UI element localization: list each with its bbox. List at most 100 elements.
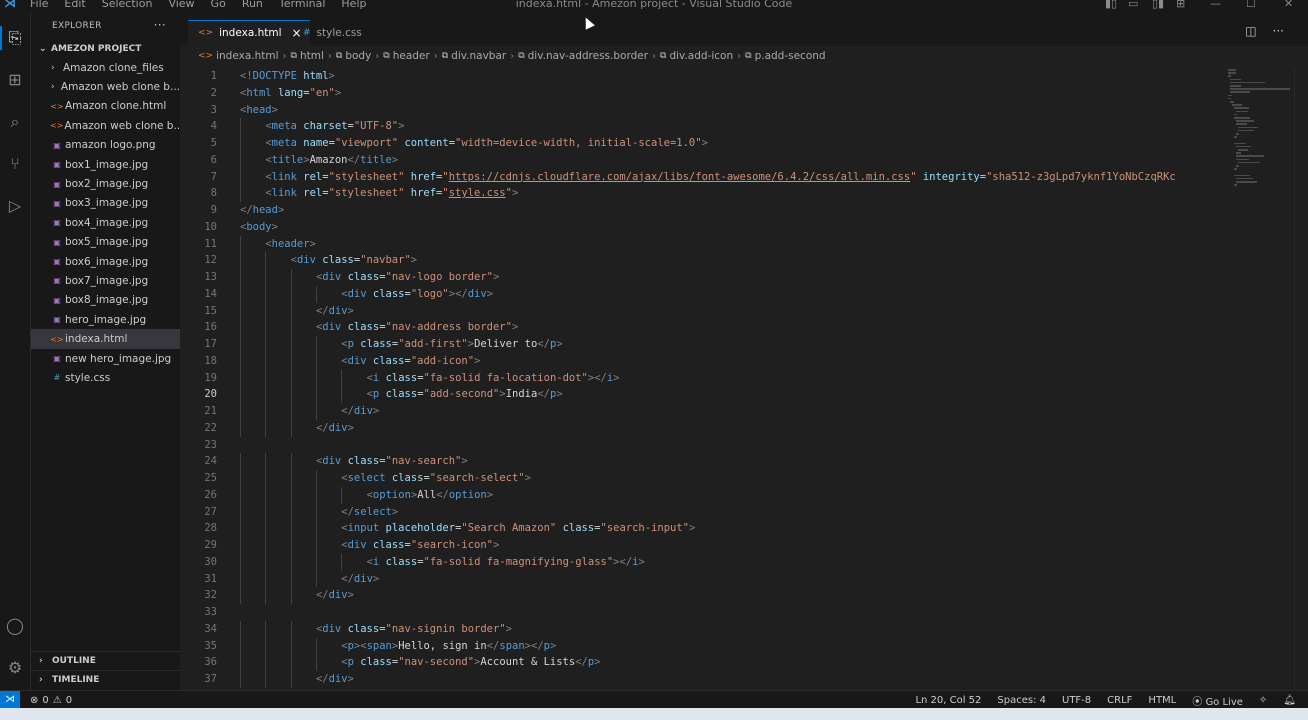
line-ending[interactable]: CRLF <box>1107 695 1132 706</box>
problems-indicator[interactable]: ⊗ 0 ⚠ 0 <box>30 691 72 709</box>
indent-guide <box>265 637 267 655</box>
maximize-button[interactable]: ☐ <box>1246 0 1256 10</box>
tree-file[interactable]: <> Amazon web clone b... <box>31 116 180 135</box>
language-mode[interactable]: HTML <box>1148 695 1176 706</box>
breadcrumb-item[interactable]: ⧉ div.nav-address.border <box>518 50 648 62</box>
breadcrumb-item[interactable]: <> indexa.html <box>198 50 279 62</box>
run-debug-icon[interactable]: ▷ <box>3 194 27 218</box>
code-editor[interactable]: 1 2 3 4 5 6 7 8 9 10 11 12 13 14 15 16 17 18 19 20 21 22 23 24 2… <box>180 67 1308 690</box>
copilot-icon[interactable]: ✧ <box>1259 695 1267 706</box>
line-number: 18 <box>204 354 217 367</box>
code-token: "add-first" <box>398 338 468 350</box>
breadcrumb-item[interactable]: ⧉ body <box>336 50 371 62</box>
project-folder[interactable]: ⌄ AMEZON PROJECT <box>31 40 180 58</box>
tree-file[interactable]: <> Amazon clone.html <box>31 97 180 116</box>
code-token: meta <box>271 137 297 149</box>
source-control-icon[interactable]: ⑂ <box>3 152 27 176</box>
breadcrumb-item[interactable]: ⧉ div.add-icon <box>660 50 733 62</box>
line-number: 19 <box>204 371 217 384</box>
layout-toggle-sidebar-icon[interactable]: ▮▯ <box>1105 0 1117 10</box>
tree-file[interactable]: ▣ box4_image.jpg <box>31 213 180 232</box>
code-token: div <box>322 455 342 468</box>
search-icon[interactable]: ⌕ <box>3 110 27 134</box>
code-token: "logo" <box>410 287 449 300</box>
tree-file[interactable]: ▣ box5_image.jpg <box>31 233 180 252</box>
vertical-scrollbar[interactable] <box>1294 67 1308 690</box>
breadcrumb-item[interactable]: ⧉ p.add-second <box>745 50 825 62</box>
indent-guide <box>290 570 292 588</box>
tree-file[interactable]: ▣ box3_image.jpg <box>31 194 180 213</box>
tree-file[interactable]: ▣ amazon logo.png <box>31 136 180 155</box>
code-token: > <box>372 405 380 417</box>
tree-file[interactable]: ▣ box7_image.jpg <box>31 271 180 290</box>
outline-section[interactable]: › OUTLINE <box>31 651 188 670</box>
tree-file[interactable]: ▣ box8_image.jpg <box>31 291 180 310</box>
warning-count: 0 <box>65 694 73 706</box>
extensions-icon[interactable]: ⊞ <box>3 68 27 92</box>
tree-file[interactable]: ▣ box1_image.jpg <box>31 155 180 174</box>
breadcrumb-item[interactable]: ⧉ html <box>291 50 324 62</box>
minimap-line <box>1238 129 1254 132</box>
minimap-line <box>1228 72 1236 74</box>
indent-guide <box>240 486 241 504</box>
tab-indexa-html[interactable]: <> indexa.html × <box>188 20 310 45</box>
indent-guide <box>265 285 267 303</box>
code-token: </ <box>537 388 550 401</box>
minimap-line <box>1234 136 1237 138</box>
code-token: > <box>556 338 563 350</box>
breadcrumb-label: p.add-second <box>754 50 826 62</box>
code-token: ></ <box>448 287 468 300</box>
more-actions-icon[interactable]: ··· <box>154 18 166 32</box>
breadcrumb-item[interactable]: ⧉ div.navbar <box>442 50 506 62</box>
minimap[interactable] <box>1224 67 1294 347</box>
notifications-bell-icon[interactable]: 🔔︎ <box>1283 695 1296 706</box>
indent-guide <box>290 369 292 387</box>
line-number: 10 <box>204 220 217 233</box>
tree-folder[interactable]: › Amazon clone_files <box>31 58 180 77</box>
img-file-icon: ▣ <box>53 315 61 325</box>
tree-file[interactable]: ▣ box2_image.jpg <box>31 174 180 193</box>
tree-folder[interactable]: › Amazon web clone b... <box>31 77 180 96</box>
chevron-right-icon: › <box>737 50 742 62</box>
indent-guide <box>290 336 292 353</box>
go-live-button[interactable]: ⦿ Go Live <box>1192 693 1243 708</box>
indentation[interactable]: Spaces: 4 <box>997 695 1046 706</box>
tab-style-css[interactable]: # style.css <box>293 21 372 45</box>
account-icon[interactable]: ◯ <box>3 614 27 638</box>
settings-gear-icon[interactable]: ⚙ <box>3 656 27 680</box>
indent-guide <box>265 654 267 671</box>
code-token: class <box>372 287 405 300</box>
remote-indicator-icon[interactable]: ⋊ <box>0 691 20 709</box>
more-actions-icon[interactable]: ··· <box>1273 24 1284 38</box>
code-token: placeholder <box>385 522 456 535</box>
minimize-button[interactable]: — <box>1210 0 1221 10</box>
tree-file[interactable]: ▣ hero_image.jpg <box>31 310 180 329</box>
code-token: input <box>347 522 380 535</box>
layout-toggle-secondary-icon[interactable]: ▯▮ <box>1152 0 1164 10</box>
code-token: > <box>461 455 468 468</box>
split-editor-icon[interactable]: ◫ <box>1245 24 1256 38</box>
explorer-icon[interactable]: ⎘ <box>0 26 27 50</box>
code-token: "nav-second" <box>398 656 475 669</box>
timeline-section[interactable]: › TIMELINE <box>31 670 188 689</box>
tree-file[interactable]: ▣ box6_image.jpg <box>31 252 180 271</box>
line-number: 36 <box>204 656 217 669</box>
tree-file[interactable]: # style.css <box>31 368 180 387</box>
indent-guide <box>315 386 317 403</box>
encoding[interactable]: UTF-8 <box>1062 695 1091 706</box>
close-window-button[interactable]: ✕ <box>1284 0 1293 10</box>
layout-customize-icon[interactable]: ⊞ <box>1176 0 1185 10</box>
breadcrumb-item[interactable]: ⧉ header <box>383 50 429 62</box>
layout-toggle-panel-icon[interactable]: ▭ <box>1128 0 1138 10</box>
code-token: "search-select" <box>429 472 525 484</box>
code-area[interactable]: <!DOCTYPE html> <html lang="en"> <head> <me… <box>240 67 1215 690</box>
indent-guide <box>315 285 317 303</box>
code-token: "viewport" <box>334 137 399 149</box>
minimap-line <box>1236 177 1253 180</box>
indent-guide <box>240 637 241 655</box>
tree-file[interactable]: <> indexa.html <box>31 329 180 349</box>
cursor-position[interactable]: Ln 20, Col 52 <box>915 695 981 706</box>
indent-guide <box>265 620 267 638</box>
line-number: 15 <box>204 304 217 317</box>
tree-file[interactable]: ▣ new hero_image.jpg <box>31 349 180 368</box>
